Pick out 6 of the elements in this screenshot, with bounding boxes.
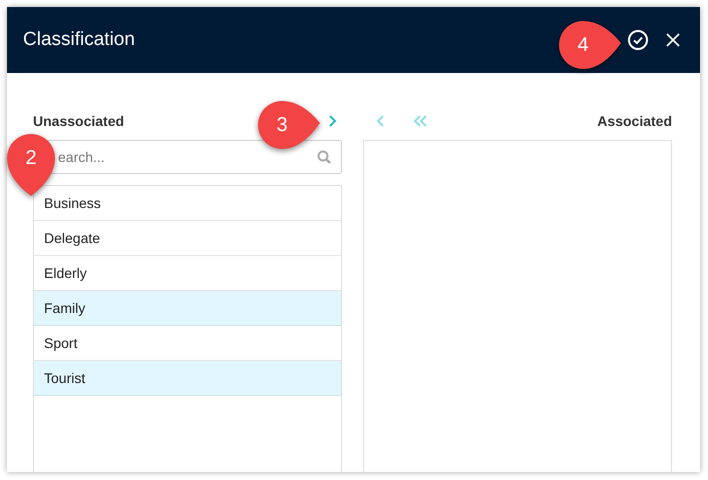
unassociated-label: Unassociated [33,112,124,130]
callout-tooltip: 3 [256,99,322,151]
callout-tooltip: 2 [5,132,57,198]
callout-tooltip: 4 [557,19,623,71]
dialog-title: Classification [23,28,135,52]
associated-label: Associated [597,112,672,130]
